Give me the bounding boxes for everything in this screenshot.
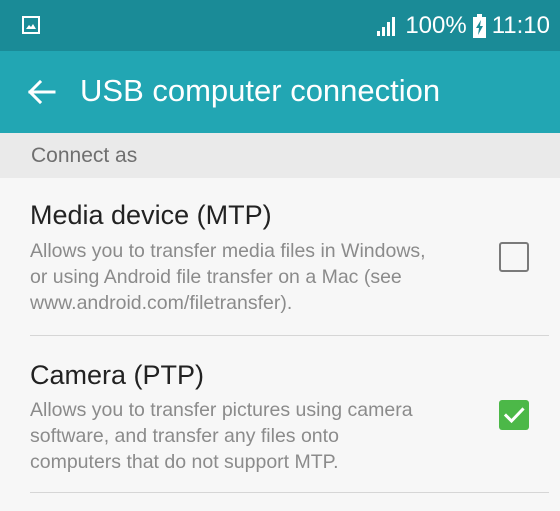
mtp-checkbox[interactable] xyxy=(499,242,529,272)
option-description: Allows you to transfer media files in Wi… xyxy=(30,238,480,316)
gallery-icon xyxy=(22,16,40,34)
option-description-line: Allows you to transfer media files in Wi… xyxy=(30,240,426,262)
signal-bars-icon xyxy=(377,16,396,36)
option-description-line: www.android.com/filetransfer). xyxy=(30,292,293,314)
page-title: USB computer connection xyxy=(80,73,441,108)
option-description-line: Allows you to transfer pictures using ca… xyxy=(30,399,413,421)
option-camera-ptp[interactable]: Camera (PTP) Allows you to transfer pict… xyxy=(0,336,560,492)
ptp-checkbox[interactable] xyxy=(499,400,529,430)
option-media-device-mtp[interactable]: Media device (MTP) Allows you to transfe… xyxy=(0,178,560,335)
battery-percent: 100% xyxy=(405,11,467,39)
option-description-line: computers that do not support MTP. xyxy=(30,451,339,473)
divider xyxy=(30,492,549,493)
option-description-line: software, and transfer any files onto xyxy=(30,425,339,447)
status-indicators: 100% 11:10 xyxy=(377,0,550,51)
app-bar: USB computer connection xyxy=(0,51,560,133)
option-description: Allows you to transfer pictures using ca… xyxy=(30,397,480,475)
option-title: Media device (MTP) xyxy=(30,200,272,230)
option-title: Camera (PTP) xyxy=(30,360,205,390)
status-bar: 100% 11:10 xyxy=(0,0,560,51)
option-description-line: or using Android file transfer on a Mac … xyxy=(30,266,402,288)
section-header: Connect as xyxy=(0,133,560,178)
back-arrow-icon[interactable] xyxy=(26,77,56,107)
screen: 100% 11:10 USB computer connection Conne… xyxy=(0,0,560,511)
clock: 11:10 xyxy=(491,11,550,39)
battery-charging-icon xyxy=(472,13,486,38)
checkmark-icon xyxy=(503,407,525,424)
section-header-label: Connect as xyxy=(31,144,138,167)
